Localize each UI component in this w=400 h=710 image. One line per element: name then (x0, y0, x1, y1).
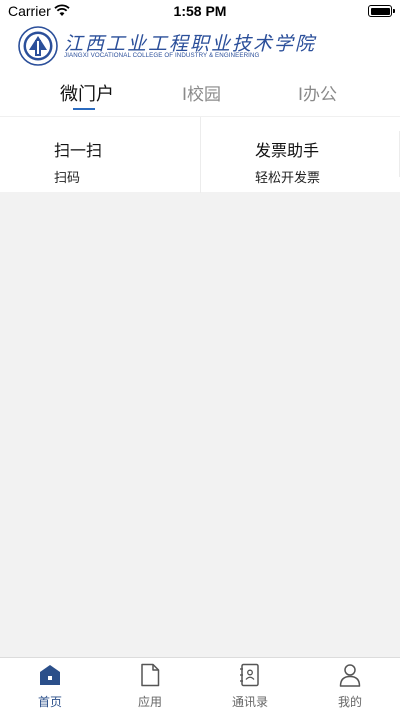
scan-action-subtitle: 扫码 (54, 171, 81, 186)
tabbar-item-me[interactable]: 我的 (300, 658, 400, 710)
tab-campus[interactable]: I校园 (182, 80, 221, 105)
quick-actions-panel: 扫一扫 扫码 发票助手 轻松开发票 (0, 116, 400, 193)
invoice-assistant-title: 发票助手 (255, 141, 320, 160)
active-tab-indicator (73, 108, 95, 110)
tabbar-item-apps[interactable]: 应用 (100, 658, 200, 710)
status-bar: Carrier 1:58 PM (0, 0, 400, 22)
tabbar-label-apps: 应用 (137, 695, 162, 709)
tab-micro-portal[interactable]: 微门户 (60, 80, 114, 106)
tabbar-label-me: 我的 (337, 695, 362, 709)
college-emblem-icon (18, 26, 58, 66)
invoice-assistant-subtitle: 轻松开发票 (255, 171, 321, 186)
user-icon (339, 664, 361, 687)
bottom-tab-bar: 首页 应用 通讯录 我的 (0, 657, 400, 710)
app-screen: Carrier 1:58 PM 江西工业工程职业技术学院 JIANGXI VOC… (0, 0, 400, 710)
document-icon (141, 663, 160, 687)
tab-office[interactable]: I办公 (298, 80, 337, 105)
clock: 1:58 PM (173, 3, 227, 19)
top-tabs: 微门户 I校园 I办公 (0, 70, 400, 116)
scan-action[interactable]: 扫一扫 扫码 (0, 117, 200, 193)
tabbar-label-contacts: 通讯录 (231, 695, 268, 709)
invoice-assistant-action[interactable]: 发票助手 轻松开发票 (200, 117, 400, 193)
tabbar-label-home: 首页 (37, 695, 62, 709)
tabbar-item-home[interactable]: 首页 (0, 658, 100, 710)
app-header: 江西工业工程职业技术学院 JIANGXI VOCATIONAL COLLEGE … (0, 22, 400, 70)
scan-action-title: 扫一扫 (54, 141, 103, 160)
home-icon (40, 665, 60, 685)
battery-icon (368, 5, 395, 17)
tabbar-item-contacts[interactable]: 通讯录 (200, 658, 300, 710)
contacts-icon (240, 663, 259, 687)
college-name-english: JIANGXI VOCATIONAL COLLEGE OF INDUSTRY &… (64, 52, 260, 59)
